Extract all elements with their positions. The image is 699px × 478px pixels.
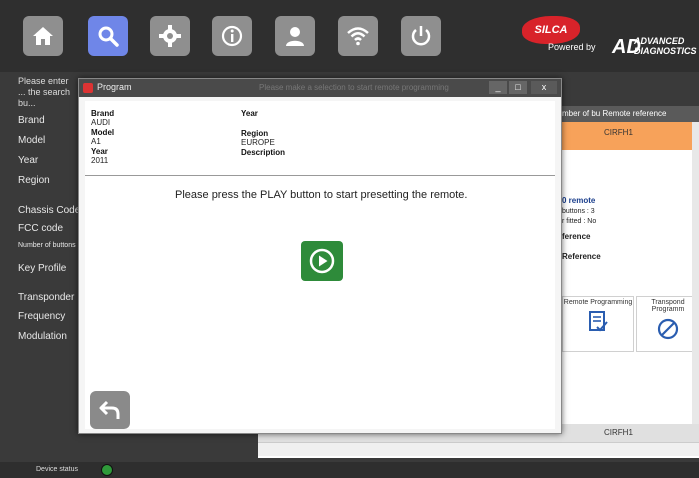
close-button[interactable]: x [531,81,557,94]
home-button[interactable] [23,16,63,56]
settings-button[interactable] [150,16,190,56]
brand-logo: SILCA Powered by AD ADVANCED DIAGNOSTICS [522,16,697,58]
search-icon [98,26,119,47]
back-button[interactable] [90,391,130,429]
wifi-button[interactable] [338,16,378,56]
field-label-model: Model [18,135,46,146]
minimize-button[interactable]: _ [489,81,507,94]
field-label-brand: Brand [18,115,45,126]
dialog-body: Brand AUDI Model A1 Year 2011 Year Regio… [85,101,555,429]
brand-value: AUDI [91,118,111,127]
table-header: mber of bu Remote reference [558,106,699,122]
device-status-led [101,464,113,476]
not-available-icon [657,318,679,340]
remote-reference-cell-bottom: CIRFH1 [604,428,633,437]
wifi-icon [347,27,369,46]
back-arrow-icon [99,400,120,419]
year-label: Year [91,147,108,156]
year-label-secondary: Year [241,109,258,118]
home-icon [33,27,53,45]
field-label-fcc-code: FCC code [18,223,64,234]
app-icon [83,83,93,93]
field-label-key-profile: Key Profile [18,263,67,274]
field-label-frequency: Frequency [18,311,66,322]
brand-label: Brand [91,109,115,118]
remote-detail-title: 0 remote [562,196,596,205]
info-icon [221,25,243,47]
device-status-label: Device status [36,466,79,473]
region-value: EUROPE [241,138,275,147]
remote-detail-reference-a: ference [562,232,591,241]
region-label: Region [241,129,269,138]
play-button[interactable] [301,241,343,281]
remote-programming-column[interactable]: Remote Programming [562,296,634,352]
power-icon [411,26,431,46]
field-label-transponder-id: Transponder ID [18,292,88,303]
user-icon [286,27,304,46]
dialog-titlebar[interactable]: Program Please make a selection to start… [79,79,561,97]
instruction-text: Please press the PLAY button to start pr… [175,189,468,201]
field-label-year: Year [18,155,39,166]
remote-detail-reference-b: Reference [562,252,601,261]
remote-detail-fitted: r fitted : No [562,218,597,225]
advanced-diagnostics-logo: ADVANCED DIAGNOSTICS [634,36,697,56]
vertical-scrollbar[interactable] [692,122,699,442]
remote-detail-buttons: buttons : 3 [562,208,595,215]
maximize-button[interactable]: □ [509,81,527,94]
program-dialog: Program Please make a selection to start… [78,78,562,434]
info-button[interactable] [212,16,252,56]
transponder-programming-column[interactable]: Transpond Programm [636,296,699,352]
divider [85,175,555,176]
top-toolbar: SILCA Powered by AD ADVANCED DIAGNOSTICS [0,0,699,72]
remote-programming-icon [589,311,608,332]
user-button[interactable] [275,16,315,56]
description-label: Description [241,148,286,157]
year-value: 2011 [91,156,109,165]
dialog-title: Program [97,82,132,92]
power-button[interactable] [401,16,441,56]
model-value: A1 [91,137,101,146]
silca-logo: SILCA [522,16,580,44]
play-icon [309,248,335,274]
powered-by-label: Powered by [548,42,596,52]
field-label-modulation: Modulation [18,331,67,342]
gear-icon [159,25,181,47]
model-label: Model [91,128,115,137]
field-label-region: Region [18,175,50,186]
search-button[interactable] [88,16,128,56]
field-label-chassis-code: Chassis Code [18,205,81,216]
horizontal-scrollbar[interactable] [258,442,699,456]
search-hint: Please enter ... the search bu... [18,76,71,108]
field-label-number-of-buttons: Number of buttons [18,242,76,249]
dialog-ghost-title: Please make a selection to start remote … [259,83,449,92]
remote-reference-cell: CIRFH1 [604,128,633,137]
